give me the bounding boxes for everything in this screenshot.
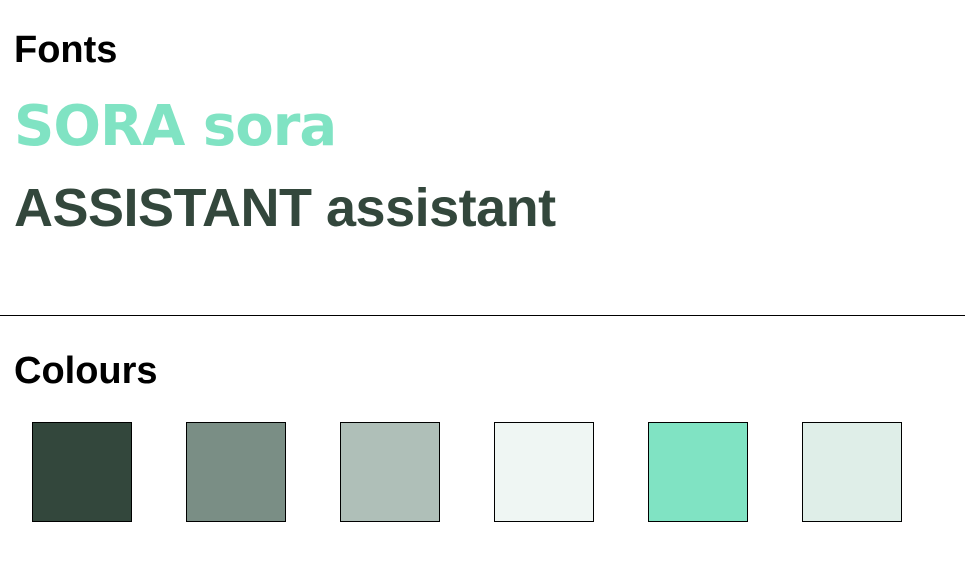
colour-swatch-light-grey-green bbox=[340, 422, 440, 522]
fonts-heading: Fonts bbox=[14, 29, 118, 71]
assistant-font-sample: ASSISTANT assistant bbox=[14, 178, 556, 238]
colour-swatch-off-white bbox=[494, 422, 594, 522]
colour-swatch-mint bbox=[648, 422, 748, 522]
colour-swatch-row bbox=[32, 422, 902, 522]
sora-font-sample: SORA sora bbox=[14, 94, 337, 159]
colour-swatch-dark-green bbox=[32, 422, 132, 522]
section-divider bbox=[0, 315, 965, 316]
colours-heading: Colours bbox=[14, 350, 158, 392]
colour-swatch-grey-green bbox=[186, 422, 286, 522]
colour-swatch-pale-mint bbox=[802, 422, 902, 522]
